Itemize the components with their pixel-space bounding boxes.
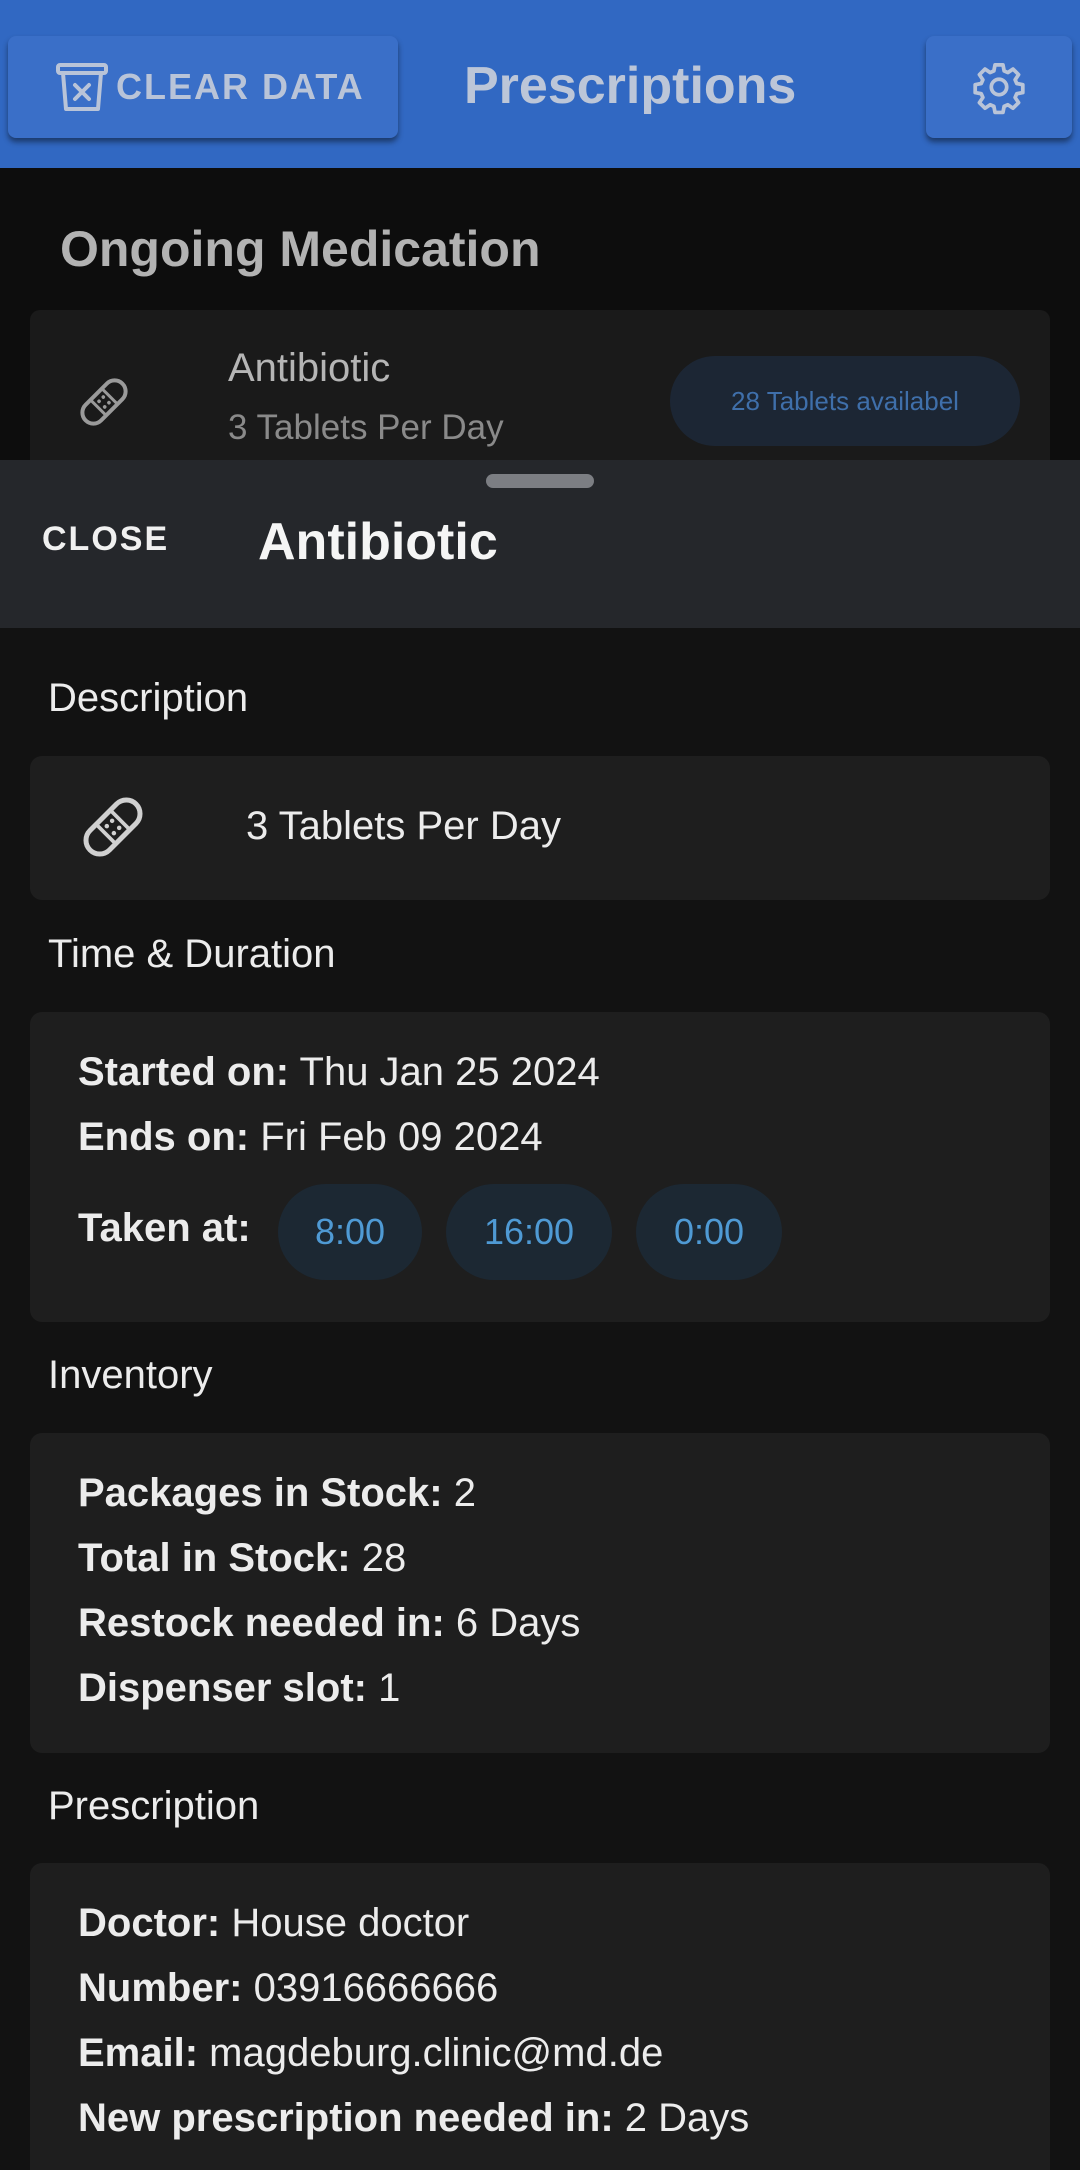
ends-on-label: Ends on:: [78, 1115, 250, 1159]
detail-sheet: CLOSE Antibiotic Description 3 Tablets P…: [0, 460, 1080, 2170]
time-chip[interactable]: 8:00: [278, 1184, 422, 1280]
new-prescription-label: New prescription needed in:: [78, 2096, 614, 2140]
time-chip[interactable]: 0:00: [636, 1184, 782, 1280]
time-card: Started on: Thu Jan 25 2024 Ends on: Fri…: [30, 1012, 1050, 1322]
total-row: Total in Stock: 28: [78, 1536, 406, 1581]
packages-label: Packages in Stock:: [78, 1471, 443, 1515]
section-label-prescription: Prescription: [48, 1784, 260, 1828]
time-chip[interactable]: 16:00: [446, 1184, 612, 1280]
drag-handle[interactable]: [486, 474, 594, 488]
section-label-description: Description: [48, 676, 249, 720]
started-on-row: Started on: Thu Jan 25 2024: [78, 1050, 600, 1095]
app-bar: CLEAR DATA Prescriptions: [0, 0, 1080, 168]
inventory-card: Packages in Stock: 2 Total in Stock: 28 …: [30, 1433, 1050, 1753]
total-label: Total in Stock:: [78, 1536, 351, 1580]
stock-badge: 28 Tablets availabel: [670, 356, 1020, 446]
restock-value: 6 Days: [455, 1601, 581, 1645]
section-label-time: Time & Duration: [48, 932, 336, 976]
description-card: 3 Tablets Per Day: [30, 756, 1050, 900]
section-label-inventory: Inventory: [48, 1353, 213, 1397]
prescription-card: Doctor: House doctor Number: 03916666666…: [30, 1863, 1050, 2170]
bandage-icon: [80, 378, 128, 426]
section-title-ongoing: Ongoing Medication: [60, 221, 541, 277]
total-value: 28: [361, 1536, 407, 1580]
started-on-label: Started on:: [78, 1050, 290, 1094]
page-title: Prescriptions: [464, 57, 797, 115]
doctor-row: Doctor: House doctor: [78, 1901, 469, 1946]
ends-on-row: Ends on: Fri Feb 09 2024: [78, 1115, 543, 1160]
sheet-header: CLOSE Antibiotic: [0, 460, 1080, 628]
slot-label: Dispenser slot:: [78, 1666, 367, 1710]
new-prescription-value: 2 Days: [624, 2096, 750, 2140]
clear-data-button[interactable]: CLEAR DATA: [8, 36, 398, 138]
restock-label: Restock needed in:: [78, 1601, 445, 1645]
settings-button[interactable]: [926, 36, 1072, 138]
clear-data-label: CLEAR DATA: [116, 66, 365, 107]
bandage-icon: [83, 797, 143, 857]
gear-icon: [973, 62, 1025, 115]
email-row: Email: magdeburg.clinic@md.de: [78, 2031, 663, 2076]
close-button[interactable]: CLOSE: [42, 520, 169, 559]
taken-at-label: Taken at:: [78, 1206, 251, 1250]
number-value[interactable]: 03916666666: [254, 1966, 499, 2010]
medication-card[interactable]: Antibiotic 3 Tablets Per Day 28 Tablets …: [30, 310, 1050, 470]
description-text: 3 Tablets Per Day: [246, 804, 561, 848]
ends-on-value: Fri Feb 09 2024: [260, 1115, 543, 1159]
packages-value: 2: [453, 1471, 476, 1515]
medication-dosage: 3 Tablets Per Day: [228, 408, 504, 447]
restock-row: Restock needed in: 6 Days: [78, 1601, 580, 1646]
packages-row: Packages in Stock: 2: [78, 1471, 476, 1516]
new-prescription-row: New prescription needed in: 2 Days: [78, 2096, 749, 2141]
email-value[interactable]: magdeburg.clinic@md.de: [209, 2031, 663, 2075]
slot-row: Dispenser slot: 1: [78, 1666, 400, 1711]
email-label: Email:: [78, 2031, 199, 2075]
medication-name: Antibiotic: [228, 346, 391, 390]
slot-value: 1: [378, 1666, 401, 1710]
doctor-label: Doctor:: [78, 1901, 221, 1945]
number-row: Number: 03916666666: [78, 1966, 498, 2011]
number-label: Number:: [78, 1966, 243, 2010]
doctor-value: House doctor: [231, 1901, 470, 1945]
sheet-title: Antibiotic: [258, 513, 498, 571]
started-on-value: Thu Jan 25 2024: [299, 1050, 600, 1094]
trash-icon: [56, 63, 108, 111]
